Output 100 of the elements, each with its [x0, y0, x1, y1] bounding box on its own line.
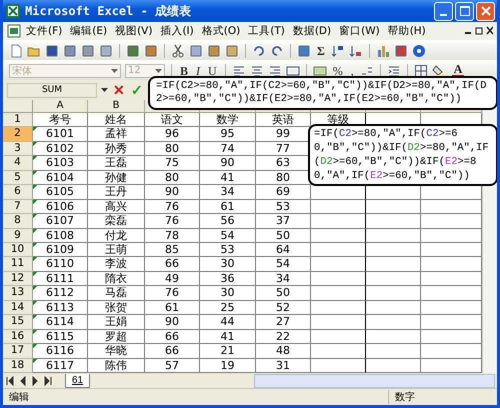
cell-formula-callout-tooltip[interactable]: =IF(C2>=80,"A",IF(C2>=60,"B","C"))&IF(D2>=80,"A",IF(D2>=60,"B","C"))&IF(E2>=80,"A",IF(E2>=60,"B","C")) [308, 124, 497, 186]
menu-item[interactable]: 数据(D) [290, 24, 334, 38]
table-cell: 69 [256, 185, 311, 200]
row-header[interactable]: 6 [3, 185, 33, 200]
column-header[interactable]: B [88, 100, 145, 113]
table-cell: 6104 [33, 170, 88, 186]
menu-item[interactable]: 工具(T) [245, 24, 288, 38]
row-header[interactable]: 17 [3, 344, 33, 359]
table-cell: 54 [256, 257, 311, 272]
align-left-icon[interactable] [232, 64, 246, 78]
name-box[interactable]: SUM [7, 82, 97, 98]
row-header[interactable]: 18 [3, 358, 33, 373]
document-icon[interactable] [7, 24, 21, 38]
bar-chart-icon[interactable] [376, 44, 390, 58]
row-header[interactable]: 13 [3, 286, 33, 301]
table-cell: 44 [200, 315, 256, 330]
table-cell: 语文 [145, 113, 200, 128]
row-header[interactable]: 7 [3, 200, 33, 214]
bold-button[interactable]: B [178, 64, 190, 78]
table-cell: 隋衣 [88, 272, 145, 286]
sheet-tab[interactable]: 61 [65, 374, 90, 388]
indent-icon[interactable] [386, 64, 401, 78]
align-center-icon[interactable] [250, 64, 264, 78]
table-cell: 61 [200, 200, 256, 214]
maximize-button[interactable] [455, 2, 474, 20]
italic-button[interactable]: I [194, 64, 202, 78]
table-cell: 孙秀 [88, 142, 145, 156]
minimize-icon [440, 14, 447, 16]
row-header[interactable]: 9 [3, 228, 33, 243]
menu-item[interactable]: 编辑(E) [67, 24, 110, 38]
row-header[interactable]: 4 [3, 156, 33, 171]
table-cell [366, 344, 421, 359]
undo-icon[interactable] [252, 44, 266, 58]
row-header[interactable]: 2 [3, 127, 33, 142]
table-cell: 栾磊 [88, 214, 145, 229]
minimize-button[interactable] [434, 2, 453, 20]
row-header[interactable]: 5 [3, 170, 33, 186]
borders-icon[interactable] [414, 64, 428, 78]
menu-item[interactable]: 文件(F) [23, 24, 66, 38]
caret-icon[interactable] [101, 88, 108, 92]
percent-button[interactable]: % [330, 64, 345, 78]
table-cell: 30 [200, 257, 256, 272]
autosum-button[interactable]: Σ [315, 44, 327, 58]
table-cell: 61 [145, 300, 200, 316]
page-icon[interactable] [9, 44, 23, 58]
row-header[interactable]: 16 [3, 330, 33, 344]
menu-item[interactable]: 插入(I) [157, 24, 197, 38]
row-header[interactable]: 8 [3, 214, 33, 229]
table-cell: 56 [200, 214, 256, 229]
table-cell: 41 [200, 170, 256, 186]
table-cell [311, 330, 366, 344]
table-cell: 考号 [33, 113, 88, 128]
status-indicator: 数字 [388, 390, 421, 404]
document-window-controls-icon[interactable] [463, 26, 493, 36]
merge-cells-icon[interactable] [286, 64, 300, 78]
status-mode: 编辑 [9, 390, 29, 404]
sort-descending-icon[interactable] [348, 44, 363, 58]
table-cell: 6103 [33, 156, 88, 171]
scissors-icon[interactable] [171, 44, 185, 58]
menu-item[interactable]: 窗口(W) [336, 24, 383, 38]
menu-item[interactable]: 视图(V) [112, 24, 156, 38]
table-cell: 孙健 [88, 170, 145, 186]
sort-ascending-icon[interactable] [330, 44, 345, 58]
formula-callout-tooltip[interactable]: =IF(C2>=80,"A",IF(C2>=60,"B","C"))&IF(D2>=80,"A",IF(D2>=60,"B","C"))&IF(E2>=80,"A",IF(E2>=60,"B","C")) [148, 76, 497, 110]
table-cell: 李波 [88, 257, 145, 272]
table-cell: 6115 [33, 330, 88, 344]
table-cell: 66 [145, 257, 200, 272]
redo-icon[interactable] [270, 44, 284, 58]
row-header[interactable]: 14 [3, 300, 33, 316]
table-cell: 罗超 [88, 330, 145, 344]
row-header[interactable]: 3 [3, 142, 33, 156]
row-header[interactable]: 1 [3, 113, 33, 128]
horizontal-scrollbar[interactable] [254, 374, 495, 388]
table-cell: 76 [145, 214, 200, 229]
table-cell: 6102 [33, 142, 88, 156]
row-header[interactable]: 11 [3, 257, 33, 272]
row-header[interactable]: 10 [3, 243, 33, 258]
table-cell [366, 228, 421, 243]
table-cell [311, 315, 366, 330]
table-cell: 50 [256, 286, 311, 301]
close-button[interactable] [476, 2, 495, 20]
row-header[interactable]: 12 [3, 272, 33, 286]
help-icon[interactable] [412, 44, 426, 58]
table-cell [311, 272, 366, 286]
menu-item[interactable]: 帮助(H) [384, 24, 429, 38]
table-cell [366, 286, 421, 301]
menu-item[interactable]: 格式(O) [198, 24, 244, 38]
underline-button[interactable]: U [206, 64, 219, 78]
cancel-button[interactable]: ✕ [112, 82, 126, 98]
table-cell: 75 [145, 156, 200, 171]
caret-icon [111, 68, 118, 72]
align-right-icon[interactable] [268, 64, 282, 78]
row-header[interactable]: 15 [3, 315, 33, 330]
table-cell [311, 286, 366, 301]
table-cell: 53 [200, 243, 256, 258]
table-cell: 34 [200, 185, 256, 200]
table-cell: 6114 [33, 315, 88, 330]
currency-icon[interactable] [312, 64, 327, 78]
column-header[interactable]: A [33, 100, 88, 113]
table-cell: 64 [256, 243, 311, 258]
